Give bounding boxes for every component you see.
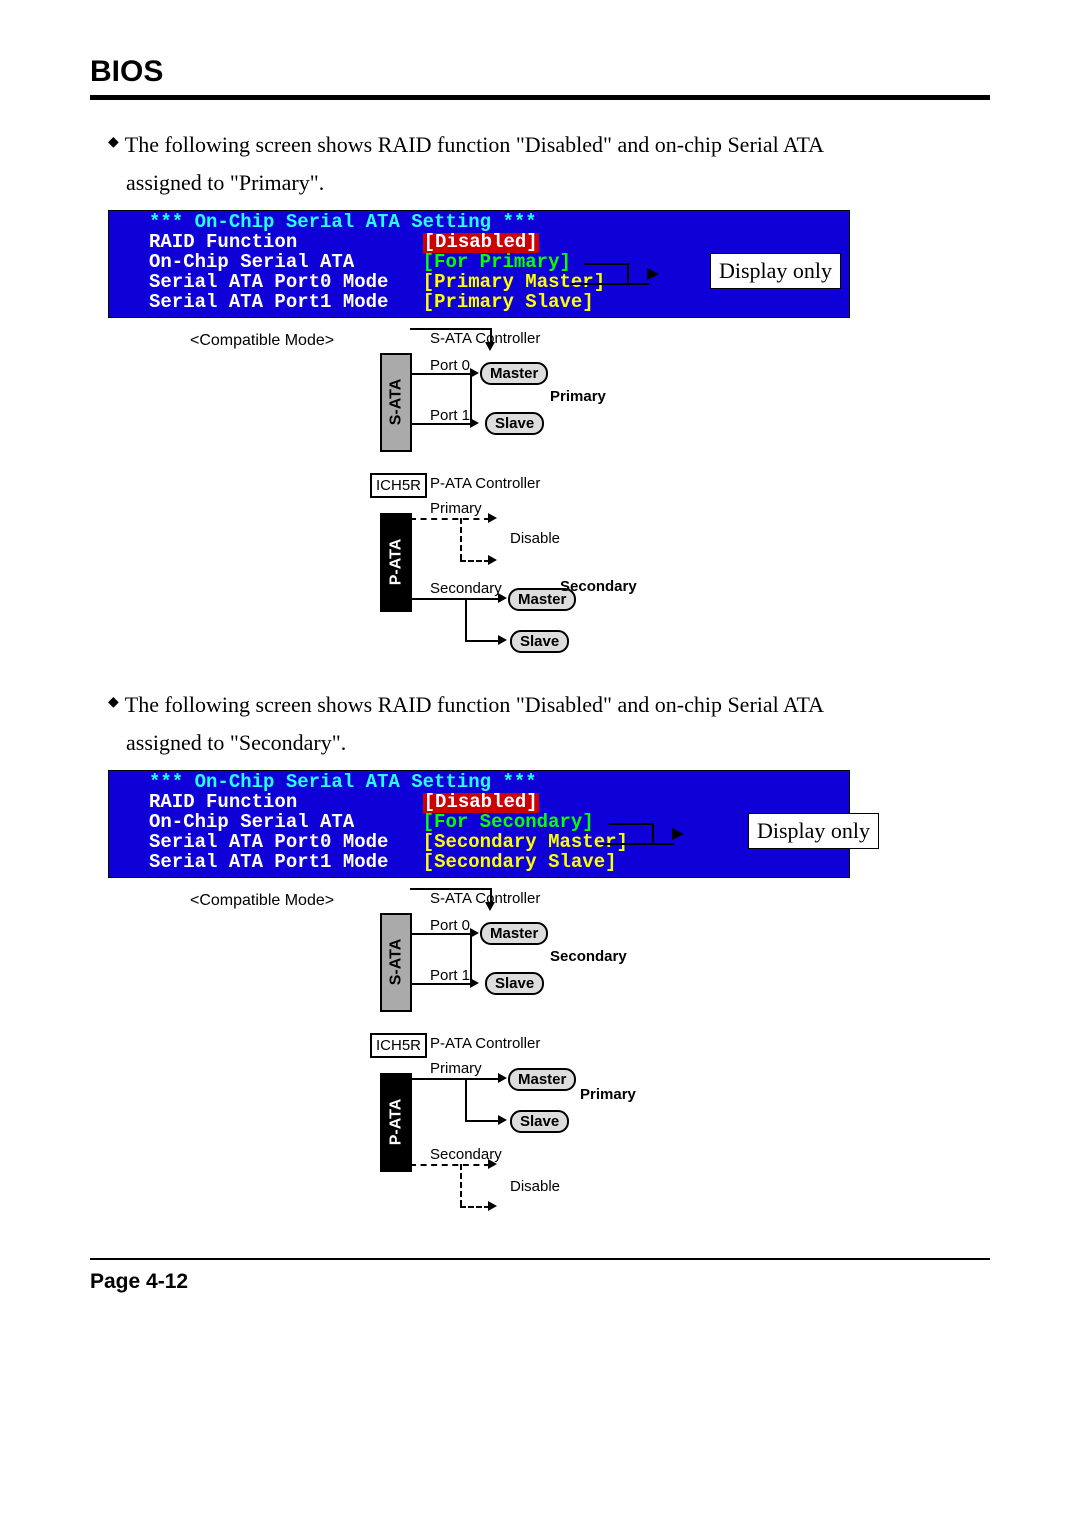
port1-label: Port 1 <box>430 407 470 424</box>
disable-label: Disable <box>510 1178 560 1195</box>
pata-primary-label: Primary <box>430 500 482 517</box>
page-title: BIOS <box>90 55 990 89</box>
bios-label: Serial ATA Port0 Mode <box>149 833 388 853</box>
paragraph-text: The following screen shows RAID function… <box>125 128 824 162</box>
diagram-secondary: <Compatible Mode> ICH5R S-ATA S-ATA Cont… <box>190 888 990 1228</box>
bios-row: Serial ATA Port1 Mode [Secondary Slave] <box>149 853 849 873</box>
bios-value: [Disabled] <box>423 233 539 253</box>
pata-controller-label: P-ATA Controller <box>430 1035 540 1052</box>
bios-label: On-Chip Serial ATA <box>149 253 354 273</box>
compatible-mode-label: <Compatible Mode> <box>190 892 334 910</box>
bios-label: Serial ATA Port1 Mode <box>149 853 388 873</box>
slave-pill: Slave <box>510 1110 569 1133</box>
pata-group-label: Secondary <box>560 578 637 595</box>
bios-row: Serial ATA Port0 Mode [Secondary Master] <box>149 833 849 853</box>
bios-screen: *** On-Chip Serial ATA Setting *** RAID … <box>108 770 850 878</box>
sata-group-label: Secondary <box>550 948 627 965</box>
page-number: Page 4-12 <box>90 1270 990 1294</box>
pata-primary-label: Primary <box>430 1060 482 1077</box>
paragraph-text-cont: assigned to "Secondary". <box>126 726 990 760</box>
master-pill: Master <box>480 922 548 945</box>
pata-box: P-ATA <box>380 513 412 612</box>
port0-label: Port 0 <box>430 357 470 374</box>
sata-controller-label: S-ATA Controller <box>430 330 540 347</box>
bios-value: [Disabled] <box>423 793 539 813</box>
bullet-paragraph: ◆ The following screen shows RAID functi… <box>108 688 990 722</box>
display-only-label: Display only <box>748 813 879 849</box>
bios-label: Serial ATA Port1 Mode <box>149 293 388 313</box>
bios-row: RAID Function [Disabled] <box>149 233 849 253</box>
slave-pill: Slave <box>510 630 569 653</box>
bios-row: RAID Function [Disabled] <box>149 793 849 813</box>
ich5r-label: ICH5R <box>370 473 427 498</box>
bios-value: [Secondary Master] <box>423 833 628 853</box>
port0-label: Port 0 <box>430 917 470 934</box>
disable-label: Disable <box>510 530 560 547</box>
bios-value: [For Secondary] <box>423 813 594 833</box>
paragraph-text-cont: assigned to "Primary". <box>126 166 990 200</box>
master-pill: Master <box>480 362 548 385</box>
bullet-paragraph: ◆ The following screen shows RAID functi… <box>108 128 990 162</box>
port1-label: Port 1 <box>430 967 470 984</box>
bios-row: On-Chip Serial ATA [For Secondary] <box>149 813 849 833</box>
display-only-label: Display only <box>710 253 841 289</box>
ich5r-label: ICH5R <box>370 1033 427 1058</box>
bullet-icon: ◆ <box>108 134 119 151</box>
sata-box: S-ATA <box>380 913 412 1012</box>
sata-controller-label: S-ATA Controller <box>430 890 540 907</box>
diagram-primary: <Compatible Mode> ICH5R S-ATA S-ATA Cont… <box>190 328 990 658</box>
pata-group-label: Primary <box>580 1086 636 1103</box>
sata-box: S-ATA <box>380 353 412 452</box>
title-rule <box>90 95 990 100</box>
bios-label: RAID Function <box>149 793 297 813</box>
bios-screen: *** On-Chip Serial ATA Setting *** RAID … <box>108 210 850 318</box>
bullet-icon: ◆ <box>108 694 119 711</box>
pata-controller-label: P-ATA Controller <box>430 475 540 492</box>
bios-label: Serial ATA Port0 Mode <box>149 273 388 293</box>
footer-rule <box>90 1258 990 1260</box>
bios-label: RAID Function <box>149 233 297 253</box>
bios-label: On-Chip Serial ATA <box>149 813 354 833</box>
paragraph-text: The following screen shows RAID function… <box>125 688 824 722</box>
bios-heading: *** On-Chip Serial ATA Setting *** <box>149 213 849 233</box>
pata-box: P-ATA <box>380 1073 412 1172</box>
page: BIOS ◆ The following screen shows RAID f… <box>0 0 1080 1334</box>
master-pill: Master <box>508 1068 576 1091</box>
bios-value: [For Primary] <box>423 253 571 273</box>
slave-pill: Slave <box>485 412 544 435</box>
slave-pill: Slave <box>485 972 544 995</box>
bios-row: Serial ATA Port1 Mode [Primary Slave] <box>149 293 849 313</box>
compatible-mode-label: <Compatible Mode> <box>190 332 334 350</box>
pata-secondary-label: Secondary <box>430 580 502 597</box>
bios-heading: *** On-Chip Serial ATA Setting *** <box>149 773 849 793</box>
bios-box: *** On-Chip Serial ATA Setting *** RAID … <box>109 771 849 877</box>
bios-value: [Primary Slave] <box>423 293 594 313</box>
bios-value: [Secondary Slave] <box>423 853 617 873</box>
sata-group-label: Primary <box>550 388 606 405</box>
